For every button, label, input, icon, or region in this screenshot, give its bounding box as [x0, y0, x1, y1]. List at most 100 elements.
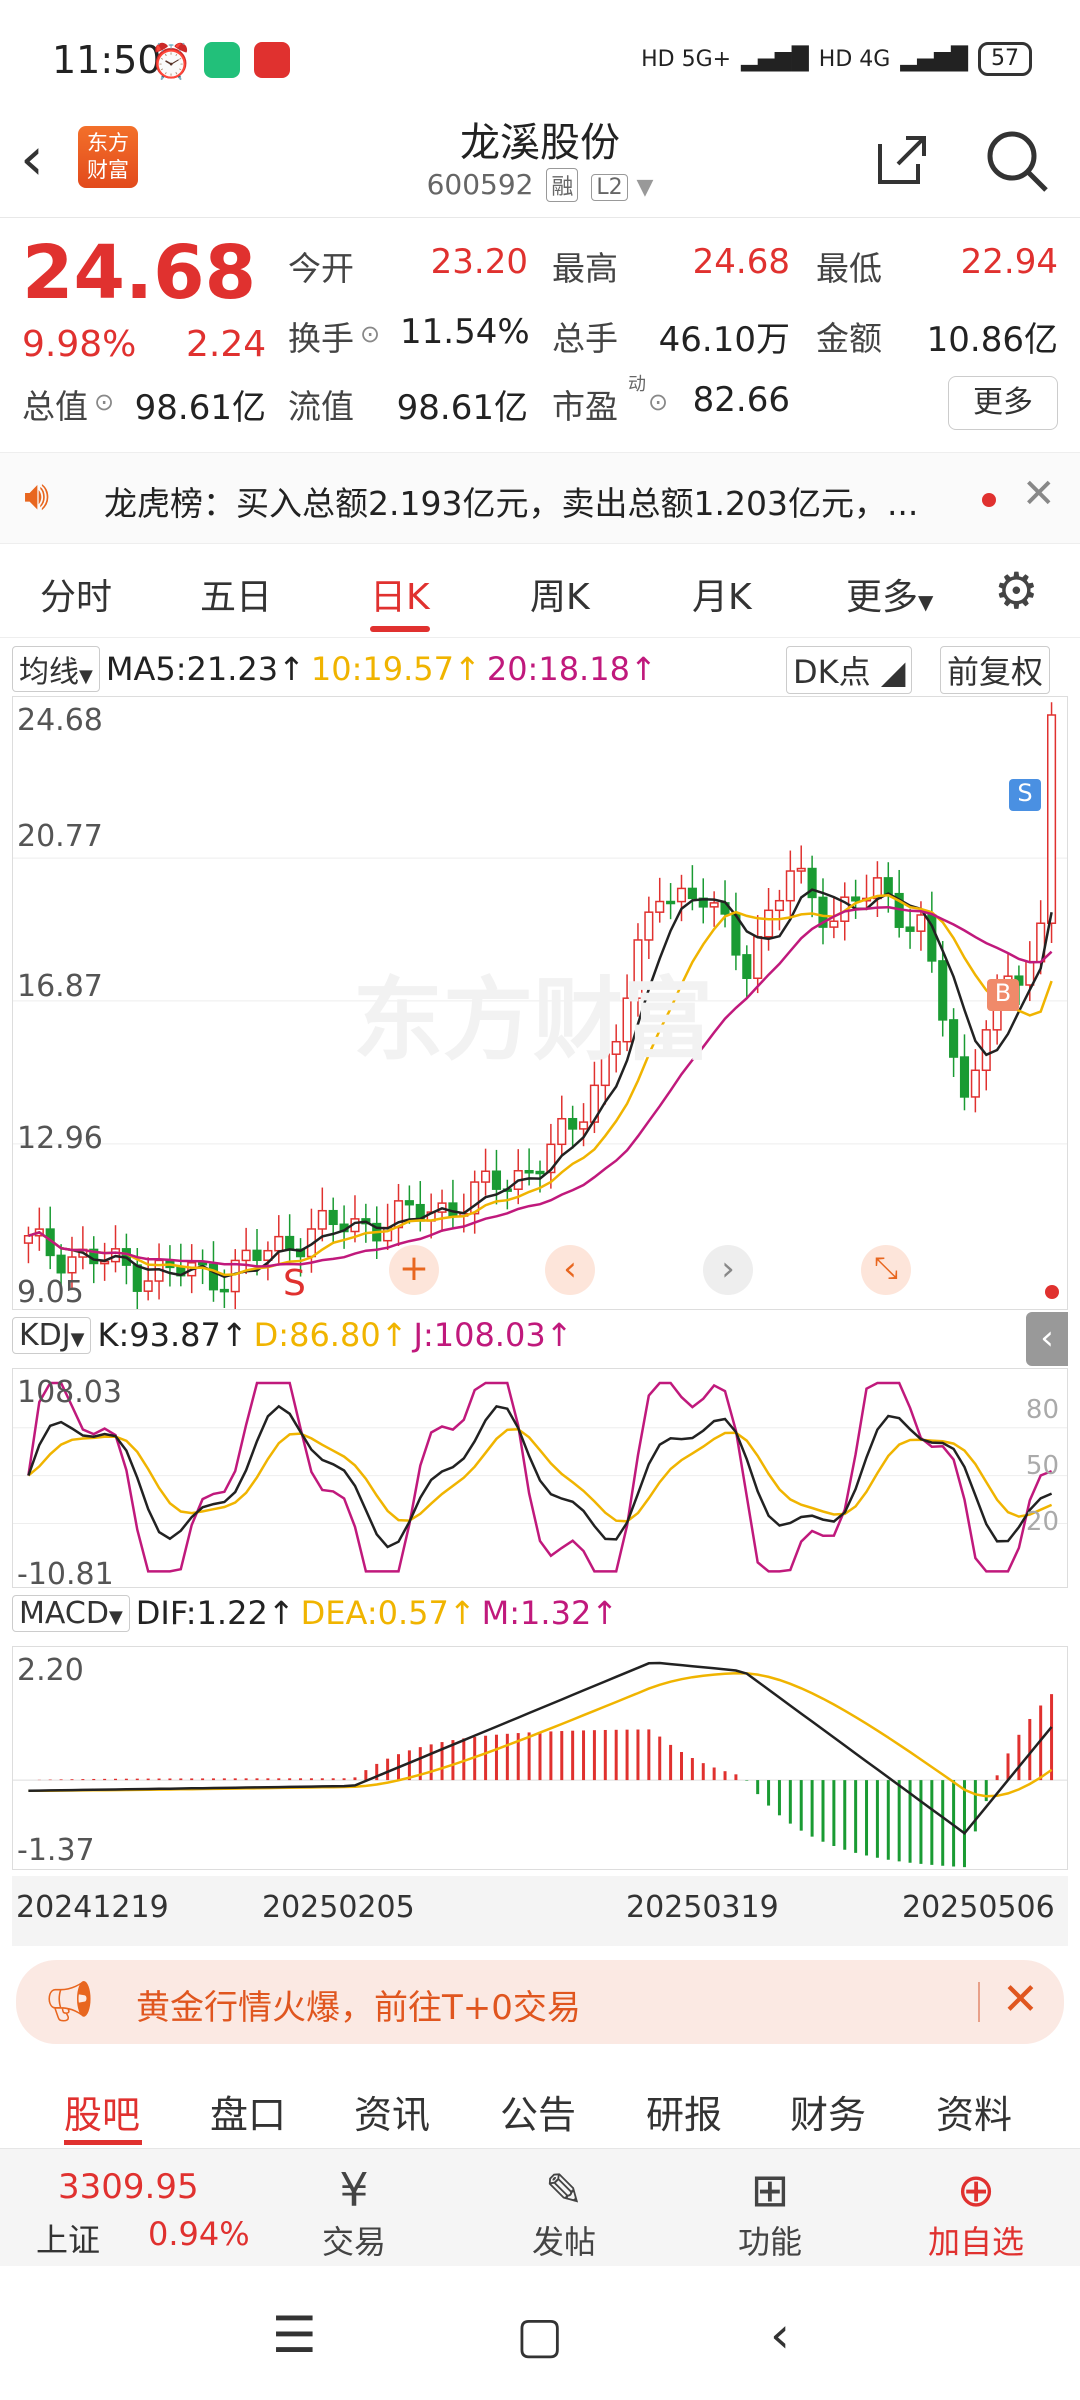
candle-body [317, 1209, 327, 1230]
promo-divider [978, 1982, 980, 2022]
promo-close-icon[interactable]: ✕ [1002, 1974, 1039, 2025]
news-bar[interactable]: 🔊︎ 龙虎榜：买入总额2.193亿元，卖出总额1.203亿元，... ✕ [0, 452, 1080, 544]
float-cap-label: 流值 [288, 387, 354, 426]
tab-financials[interactable]: 财务 [790, 2084, 866, 2139]
zoom-in-icon[interactable]: + [389, 1245, 439, 1295]
candle-body [67, 1256, 77, 1274]
info-icon-2[interactable]: ⊙ [94, 388, 114, 416]
kdj-y-bottom: -10.81 [17, 1557, 114, 1592]
news-text: 龙虎榜：买入总额2.193亿元，卖出总额1.203亿元，... [104, 484, 919, 523]
candle-body [938, 960, 948, 1021]
ma10-value: 10:19.57↑ [310, 650, 481, 688]
k-value: K:93.87↑ [97, 1316, 248, 1354]
tab-research[interactable]: 研报 [646, 2084, 722, 2139]
y-label-2: 20.77 [17, 819, 103, 854]
dea-text: DEA:0.57 [300, 1594, 449, 1632]
unread-dot [982, 493, 996, 507]
tab-forum[interactable]: 股吧 [64, 2084, 140, 2139]
candle-body [764, 909, 774, 938]
status-time: 11:50 [52, 38, 162, 82]
stock-header: ‹ 东方 财富 龙溪股份 600592 融 L2 ▼ [0, 110, 1080, 218]
forward-adjust-button[interactable]: 前复权 [940, 646, 1051, 694]
battery-icon: 57 [978, 42, 1032, 76]
d-text: D:86.80 [253, 1316, 381, 1354]
edit-pencil-icon: ✎ [544, 2163, 584, 2217]
search-icon[interactable] [984, 128, 1050, 198]
info-icon-3[interactable]: ⊙ [648, 388, 668, 416]
promo-banner[interactable]: 📢︎ 黄金行情火爆，前往T+0交易 ✕ [16, 1960, 1064, 2044]
back-icon[interactable]: ‹ [770, 2306, 790, 2364]
share-icon[interactable] [872, 130, 932, 194]
tab-monthly-k[interactable]: 月K [692, 568, 752, 620]
yen-coin-icon: ¥ [339, 2163, 369, 2217]
kdj-level-80: 80 [1025, 1395, 1059, 1425]
macd-svg [13, 1661, 1067, 1868]
date-label-2: 20250205 [262, 1890, 415, 1925]
dea-value: DEA:0.57↑ [300, 1594, 476, 1632]
fullscreen-icon[interactable]: ⤡ [861, 1245, 911, 1295]
add-watchlist-label: 加自选 [927, 2223, 1024, 2261]
kline-chart[interactable]: 24.68 20.77 16.87 12.96 9.05 东方财富 S B S … [12, 696, 1068, 1312]
y-label-4: 12.96 [17, 1121, 103, 1156]
close-icon[interactable]: ✕ [1022, 471, 1056, 517]
candle-body [274, 1235, 284, 1252]
y-label-top: 24.68 [17, 703, 103, 738]
dropdown-arrow-icon-4: ▼ [70, 1328, 85, 1350]
more-button[interactable]: 更多 [948, 376, 1058, 430]
pan-left-icon[interactable]: ‹ [545, 1245, 595, 1295]
dropdown-arrow-icon-5: ▼ [108, 1606, 123, 1628]
low-label: 最低 [816, 249, 882, 288]
candle-body [143, 1280, 153, 1292]
menu-icon[interactable]: ☰ [272, 2306, 317, 2364]
functions-button[interactable]: ⊞ 功能 [700, 2163, 840, 2263]
promo-text: 黄金行情火爆，前往T+0交易 [136, 1988, 581, 2028]
date-label-1: 20241219 [16, 1890, 169, 1925]
info-icon[interactable]: ⊙ [360, 320, 380, 348]
kdj-select[interactable]: KDJ▼ [12, 1316, 92, 1354]
tab-intraday[interactable]: 分时 [40, 568, 112, 620]
macd-select[interactable]: MACD▼ [12, 1594, 130, 1632]
speaker-icon: 🔊︎ [24, 473, 50, 519]
tab-more[interactable]: 更多▼ [846, 568, 933, 620]
post-button[interactable]: ✎ 发帖 [494, 2163, 634, 2263]
candle-body [687, 887, 697, 900]
shield-app-icon [204, 42, 240, 78]
trade-button[interactable]: ¥ 交易 [284, 2163, 424, 2263]
settings-gear-icon[interactable]: ⚙ [994, 562, 1039, 620]
j-value: J:108.03↑ [413, 1316, 573, 1354]
candle-body [774, 899, 785, 912]
dif-text: DIF:1.22 [135, 1594, 268, 1632]
ma-select[interactable]: 均线▼ [12, 646, 100, 692]
tab-orderbook[interactable]: 盘口 [210, 2084, 286, 2139]
sell-signal-marker[interactable]: S [1009, 779, 1041, 811]
ma-select-label: 均线 [19, 655, 79, 690]
tab-news[interactable]: 资讯 [354, 2084, 430, 2139]
tab-weekly-k[interactable]: 周K [530, 568, 590, 620]
candle-body [709, 902, 719, 908]
tab-five-day[interactable]: 五日 [200, 568, 272, 620]
dk-point-select[interactable]: DK点 ◢ [786, 646, 913, 694]
pe-label: 市盈 [552, 387, 618, 426]
add-watchlist-button[interactable]: ⊕ 加自选 [906, 2163, 1046, 2263]
candle-body [241, 1249, 251, 1262]
index-name: 上证 [36, 2221, 101, 2259]
tab-announcements[interactable]: 公告 [500, 2084, 576, 2139]
stock-code: 600592 [426, 168, 534, 201]
dropdown-arrow-icon: ▼ [636, 175, 654, 200]
pan-right-icon[interactable]: › [703, 1245, 753, 1295]
float-cap-value: 98.61亿 [396, 388, 528, 428]
date-axis: 20241219 20250205 20250319 20250506 [12, 1876, 1068, 1946]
bottom-active-underline [64, 2140, 142, 2145]
tab-profile[interactable]: 资料 [936, 2084, 1012, 2139]
candle-body [829, 920, 839, 928]
index-value[interactable]: 3309.95 [58, 2167, 199, 2207]
kdj-level-20: 20 [1025, 1507, 1059, 1537]
plus-circle-icon: ⊕ [956, 2163, 996, 2217]
home-square-icon[interactable]: ▢ [516, 2306, 563, 2364]
buy-signal-marker[interactable]: B [987, 979, 1019, 1011]
m-value: M:1.32↑ [481, 1594, 619, 1632]
kdj-y-top: 108.03 [17, 1375, 122, 1410]
tab-daily-k[interactable]: 日K [370, 568, 430, 620]
candle-body [56, 1254, 66, 1274]
collapse-panel-icon[interactable]: ‹ [1026, 1312, 1068, 1366]
